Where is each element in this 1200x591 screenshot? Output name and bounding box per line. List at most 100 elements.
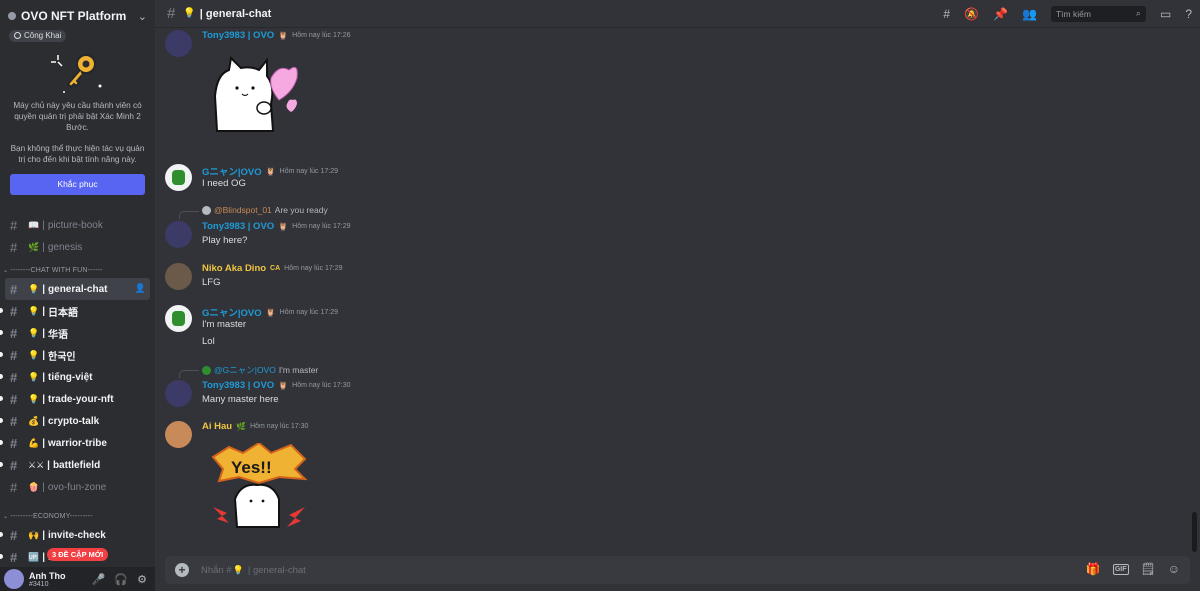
- user-info[interactable]: Anh Tho #3410: [29, 571, 66, 588]
- search-input[interactable]: Tìm kiếm ⌕: [1050, 6, 1146, 22]
- channel-label: general-chat: [48, 283, 108, 295]
- user-tag: #3410: [29, 580, 49, 588]
- author-name[interactable]: Gニャン|OVO: [202, 305, 262, 319]
- reply-preview[interactable]: @Blindspot_01 Are you ready: [202, 205, 328, 215]
- timestamp: Hôm nay lúc 17:30: [250, 423, 309, 430]
- inbox-icon[interactable]: ▭: [1160, 7, 1171, 21]
- role-badge: CA: [270, 265, 281, 272]
- reply-text: Are you ready: [274, 205, 328, 215]
- hash-icon: #: [10, 457, 18, 473]
- message-header: Gニャン|OVO 🦉 Hôm nay lúc 17:29: [202, 164, 338, 179]
- placeholder-prefix: Nhắn #: [201, 564, 232, 576]
- category-chat-with-fun[interactable]: ⌄ --------CHAT WITH FUN------: [0, 262, 155, 278]
- timestamp: Hôm nay lúc 17:29: [284, 265, 343, 272]
- avatar[interactable]: [165, 263, 192, 290]
- channel-ovo-fun-zone[interactable]: # 🍿 | ovo-fun-zone: [5, 476, 150, 498]
- channel-label: 한국인: [48, 351, 76, 363]
- category-economy[interactable]: ⌄ ---------ECONOMY---------: [0, 508, 155, 524]
- channel-chinese[interactable]: # 💡 | 华语: [0, 322, 150, 344]
- timestamp: Hôm nay lúc 17:30: [292, 382, 351, 389]
- mic-muted-icon[interactable]: 🎤: [92, 573, 106, 586]
- help-icon[interactable]: ?: [1185, 7, 1192, 21]
- pin-icon[interactable]: 📌: [993, 7, 1008, 21]
- reply-preview[interactable]: @Gニャン|OVO I'm master: [202, 364, 318, 376]
- channel-general-chat[interactable]: # 💡 | general-chat 👤: [5, 278, 150, 300]
- notification-bell-muted-icon[interactable]: 🔕: [964, 7, 979, 21]
- avatar[interactable]: [165, 221, 192, 248]
- channel-emoji: 💡: [28, 349, 40, 360]
- channel-separator: |: [42, 437, 46, 449]
- fix-button[interactable]: Khắc phục: [10, 174, 145, 195]
- channel-separator: |: [42, 219, 45, 231]
- sticker-image[interactable]: [209, 55, 301, 141]
- avatar[interactable]: [165, 30, 192, 57]
- gear-icon[interactable]: ⚙: [137, 573, 147, 586]
- emoji-icon[interactable]: ☺: [1168, 562, 1180, 576]
- avatar[interactable]: [4, 569, 24, 589]
- channel-genesis[interactable]: # 🌿 | genesis: [5, 236, 150, 258]
- message-text: I'm master: [202, 319, 247, 330]
- chevron-down-icon: ⌄: [3, 267, 9, 274]
- author-name[interactable]: Tony3983 | OVO: [202, 380, 274, 391]
- channel-japanese[interactable]: # 💡 | 日本語: [0, 300, 150, 322]
- avatar[interactable]: [165, 421, 192, 448]
- channel-separator: |: [42, 349, 46, 361]
- sticker-icon[interactable]: 🗒: [1141, 562, 1156, 576]
- globe-icon: [14, 32, 21, 39]
- author-name[interactable]: Ai Hau: [202, 421, 232, 432]
- headphones-icon[interactable]: 🎧: [114, 573, 128, 586]
- owl-badge-icon: 🦉: [265, 307, 276, 317]
- sticker-image[interactable]: Yes!!: [209, 441, 309, 536]
- server-header[interactable]: OVO NFT Platform ⌄: [0, 0, 155, 26]
- avatar[interactable]: [165, 164, 192, 191]
- channel-label: invite-check: [48, 529, 106, 541]
- channel-crypto-talk[interactable]: # 💰 | crypto-talk: [0, 410, 150, 432]
- avatar[interactable]: [165, 380, 192, 407]
- channel-invite-check[interactable]: # 🙌 | invite-check: [0, 524, 150, 546]
- channel-emoji: 💡: [28, 305, 40, 316]
- channel-picture-book[interactable]: # 📖 | picture-book: [5, 214, 150, 236]
- hash-icon: #: [10, 325, 18, 341]
- channel-title: | general-chat: [199, 7, 272, 20]
- author-name[interactable]: Tony3983 | OVO: [202, 30, 274, 41]
- hash-icon: #: [10, 435, 18, 451]
- channel-label: crypto-talk: [48, 415, 100, 427]
- gift-icon[interactable]: 🎁: [1086, 562, 1101, 576]
- author-name[interactable]: Niko Aka Dino: [202, 263, 266, 274]
- gif-button[interactable]: GIF: [1112, 563, 1129, 575]
- public-badge: Công Khai: [9, 29, 67, 42]
- channel-list: # 📖 | picture-book # 🌿 | genesis ⌄ --------CHAT…: [0, 214, 155, 568]
- channel-label: ovo-fun-zone: [47, 481, 107, 493]
- channel-tieng-viet[interactable]: # 💡 | tiếng-việt: [0, 366, 150, 388]
- avatar[interactable]: [165, 305, 192, 332]
- admin-notice: Bạn không thể thực hiện tác vụ quản trị …: [10, 144, 145, 164]
- owl-badge-icon: 🦉: [265, 166, 276, 176]
- header-emoji: 💡: [183, 8, 196, 19]
- chevron-down-icon: ⌄: [3, 513, 9, 520]
- user-panel: Anh Tho #3410 🎤 🎧 ⚙: [0, 567, 155, 591]
- hash-icon: #: [10, 281, 18, 297]
- channel-label: battlefield: [52, 459, 101, 471]
- author-name[interactable]: Gニャン|OVO: [202, 164, 262, 178]
- new-mentions-pill[interactable]: 3 ĐỀ CẬP MỚI: [47, 548, 109, 561]
- channel-korean[interactable]: # 💡 | 한국인: [0, 344, 150, 366]
- threads-icon[interactable]: #: [943, 7, 950, 21]
- channel-battlefield[interactable]: # ⚔⚔ | battlefield: [0, 454, 150, 476]
- plus-icon[interactable]: +: [175, 563, 189, 577]
- owl-badge-icon: 🦉: [278, 31, 289, 40]
- channel-separator: |: [42, 283, 46, 295]
- chevron-down-icon[interactable]: ⌄: [138, 10, 147, 23]
- message-composer[interactable]: + Nhắn #💡 | general-chat 🎁 GIF 🗒 ☺: [165, 556, 1190, 584]
- channel-sidebar: OVO NFT Platform ⌄ Công Khai Máy chủ này…: [0, 0, 155, 591]
- add-user-icon[interactable]: 👤: [135, 283, 146, 294]
- reply-text: I'm master: [278, 365, 319, 375]
- sticker-yes-text: Yes!!: [231, 458, 272, 477]
- channel-trade-your-nft[interactable]: # 💡 | trade-your-nft: [0, 388, 150, 410]
- author-name[interactable]: Tony3983 | OVO: [202, 221, 274, 232]
- channel-separator: |: [42, 415, 46, 427]
- message-header: Ai Hau 🌿 Hôm nay lúc 17:30: [202, 421, 308, 432]
- members-icon[interactable]: 👥: [1022, 7, 1037, 21]
- channel-warrior-tribe[interactable]: # 💪 | warrior-tribe: [0, 432, 150, 454]
- channel-label: picture-book: [47, 219, 103, 231]
- scrollbar[interactable]: [1192, 512, 1197, 552]
